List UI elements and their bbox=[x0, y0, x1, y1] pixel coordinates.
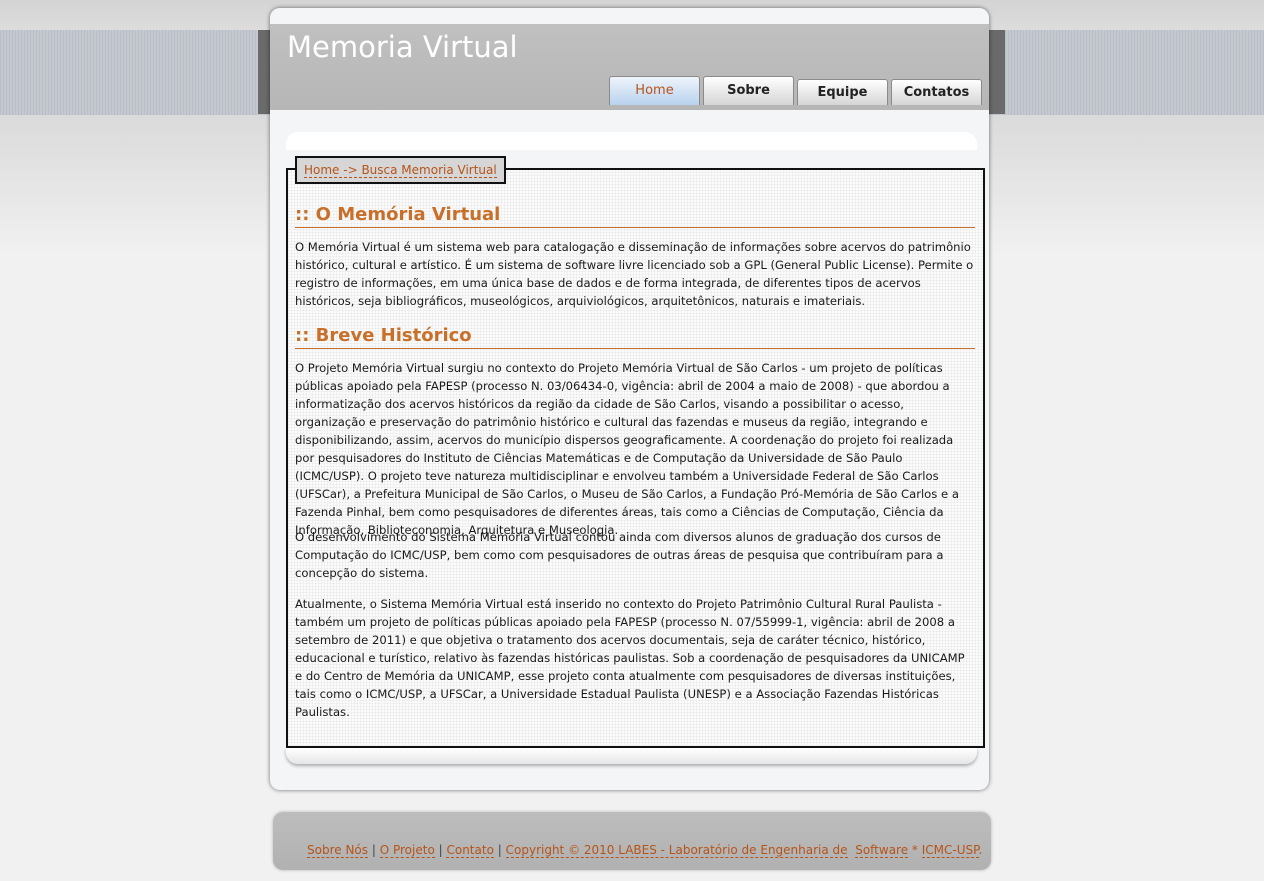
footer-end: . bbox=[978, 843, 983, 857]
section-title-memoria-virtual: :: O Memória Virtual bbox=[295, 204, 975, 228]
paragraph-historico-3: Atualmente, o Sistema Memória Virtual es… bbox=[295, 597, 965, 719]
tab-sobre[interactable]: Sobre bbox=[703, 76, 794, 105]
footer-star: * bbox=[908, 843, 922, 857]
footer-separator: | bbox=[497, 843, 502, 857]
breadcrumb-link[interactable]: Home -> Busca Memoria Virtual bbox=[304, 163, 497, 178]
paragraph-historico-1: O Projeto Memória Virtual surgiu no cont… bbox=[295, 361, 959, 537]
header-side-left bbox=[258, 30, 270, 114]
content-card-bottom bbox=[286, 748, 977, 764]
paragraph-historico-2: O desenvolvimento do Sistema Memória Vir… bbox=[295, 530, 944, 580]
section-title-breve-historico: :: Breve Histórico bbox=[295, 325, 975, 349]
header-side-right bbox=[989, 30, 1005, 114]
tab-home[interactable]: Home bbox=[609, 76, 700, 105]
footer-link-sobre-nos[interactable]: Sobre Nós bbox=[307, 843, 369, 858]
tab-equipe[interactable]: Equipe bbox=[797, 79, 888, 105]
footer-link-software[interactable]: Software bbox=[855, 843, 909, 858]
tab-contatos[interactable]: Contatos bbox=[891, 79, 982, 105]
content-card-top bbox=[286, 132, 977, 150]
footer-link-o-projeto[interactable]: O Projeto bbox=[379, 843, 435, 858]
paragraph-memoria-virtual: O Memória Virtual é um sistema web para … bbox=[295, 240, 974, 308]
footer-separator: | bbox=[438, 843, 443, 857]
site-title: Memoria Virtual bbox=[287, 30, 518, 64]
footer-separator: | bbox=[371, 843, 376, 857]
footer-links: Sobre Nós | O Projeto | Contato | Copyri… bbox=[307, 841, 982, 859]
footer-link-icmc-usp[interactable]: ICMC-USP bbox=[921, 843, 979, 858]
breadcrumb: Home -> Busca Memoria Virtual bbox=[295, 156, 506, 184]
panel-top-edge bbox=[270, 8, 989, 24]
footer-copyright[interactable]: Copyright © 2010 LABES - Laboratório de … bbox=[505, 843, 848, 858]
footer-link-contato[interactable]: Contato bbox=[446, 843, 494, 858]
